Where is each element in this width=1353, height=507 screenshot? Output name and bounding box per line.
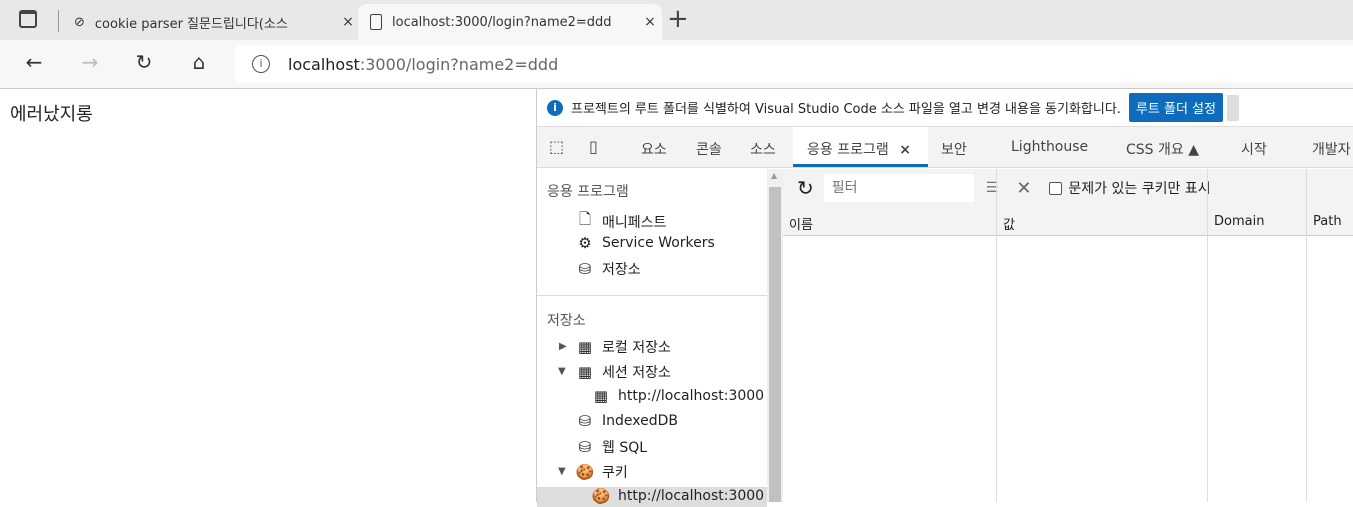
browser-tab-active[interactable]: localhost:3000/login?name2=ddd × — [358, 4, 662, 40]
grid-icon: ▦ — [593, 387, 609, 405]
section-header-storage: 저장소 — [547, 313, 586, 329]
info-icon: i — [547, 99, 563, 116]
new-tab-button[interactable]: + — [667, 4, 689, 34]
tab-css-overview[interactable]: CSS 개요 ▲ — [1126, 139, 1199, 159]
collapse-arrow-icon[interactable]: ▼ — [558, 366, 566, 377]
tab-welcome[interactable]: 시작 — [1241, 139, 1267, 159]
sidebar-item-service-workers[interactable]: ⚙ Service Workers — [575, 234, 715, 252]
column-header-name[interactable]: 이름 — [789, 214, 813, 233]
sidebar-item-local-storage[interactable]: ▦ 로컬 저장소 — [575, 337, 671, 357]
section-header-application: 응용 프로그램 — [547, 184, 629, 200]
tab-elements[interactable]: 요소 — [641, 139, 667, 159]
sidebar-item-indexeddb[interactable]: ⛁ IndexedDB — [575, 412, 678, 430]
forward-icon[interactable]: → — [75, 50, 105, 74]
inspect-icon[interactable]: ⬚ — [549, 137, 564, 156]
divider — [537, 295, 767, 296]
set-root-folder-button[interactable]: 루트 폴더 설정 — [1128, 93, 1223, 122]
refresh-icon[interactable]: ↻ — [129, 50, 159, 74]
sidebar-scrollbar[interactable]: ▲ — [767, 169, 783, 502]
close-icon[interactable]: × — [899, 142, 911, 158]
cookie-icon: 🍪 — [591, 487, 611, 505]
sidebar-item-manifest[interactable]: 🗋 매니페스트 — [575, 209, 666, 234]
column-value — [997, 169, 1208, 502]
browser-tab[interactable]: ⊘ cookie parser 질문드립니다(소스 × — [60, 4, 360, 40]
close-tab-icon[interactable]: × — [336, 14, 360, 30]
grid-icon: ▦ — [577, 363, 593, 381]
tab-developer[interactable]: 개발자 — [1312, 139, 1351, 159]
tab-actions-icon[interactable] — [19, 10, 37, 28]
address-bar-row: ← → ↻ ⌂ i localhost:3000/login?name2=ddd — [0, 40, 1353, 89]
expand-arrow-icon[interactable]: ▶ — [559, 341, 567, 352]
cookies-panel: ↻ ☰ ✕ 문제가 있는 쿠키만 표시 이름 값 Domain Path — [783, 169, 1353, 502]
cookie-icon: 🍪 — [575, 463, 595, 481]
tab-console[interactable]: 콘솔 — [696, 139, 722, 159]
scroll-up-icon[interactable]: ▲ — [771, 171, 777, 180]
database-icon: ⛁ — [578, 438, 592, 456]
sidebar-item-web-sql[interactable]: ⛁ 웹 SQL — [575, 437, 647, 457]
close-tab-icon[interactable]: × — [638, 14, 662, 30]
column-name — [783, 169, 997, 502]
database-icon: ⛁ — [578, 412, 592, 430]
infobar: i 프로젝트의 루트 폴더를 식별하여 Visual Studio Code 소… — [537, 89, 1353, 127]
history-icon: ⊘ — [74, 14, 85, 30]
column-header-path[interactable]: Path — [1313, 214, 1342, 229]
gear-icon: ⚙ — [578, 234, 592, 252]
sidebar-item-cookie-origin[interactable]: 🍪 http://localhost:3000 — [591, 487, 764, 505]
database-icon: ⛁ — [578, 260, 592, 278]
sidebar-item-session-origin[interactable]: ▦ http://localhost:3000 — [591, 387, 764, 405]
column-header-domain[interactable]: Domain — [1214, 214, 1264, 229]
back-icon[interactable]: ← — [19, 50, 49, 74]
grid-icon: ▦ — [577, 338, 593, 356]
sidebar-item-storage[interactable]: ⛁ 저장소 — [575, 259, 641, 279]
page-text: 에러났지롱 — [10, 104, 93, 125]
browser-tab-bar: ⊘ cookie parser 질문드립니다(소스 × localhost:30… — [0, 0, 1353, 40]
devtools-tabs: ⬚ ▯ 요소 콘솔 소스 응용 프로그램 × 보안 Lighthouse CSS… — [537, 127, 1353, 168]
home-icon[interactable]: ⌂ — [184, 50, 214, 74]
collapse-arrow-icon[interactable]: ▼ — [558, 466, 566, 477]
sidebar-item-session-storage[interactable]: ▦ 세션 저장소 — [575, 362, 671, 382]
device-toolbar-icon[interactable]: ▯ — [589, 137, 598, 156]
file-icon: 🗋 — [578, 210, 592, 228]
infobar-message: 프로젝트의 루트 폴더를 식별하여 Visual Studio Code 소스 … — [571, 102, 1121, 117]
sidebar-item-cookies[interactable]: 🍪 쿠키 — [575, 462, 628, 482]
tab-sources[interactable]: 소스 — [750, 139, 776, 159]
page-icon — [370, 14, 382, 30]
url-input[interactable]: i localhost:3000/login?name2=ddd — [234, 46, 1353, 82]
column-header-value[interactable]: 값 — [1003, 214, 1015, 233]
dismiss-button[interactable] — [1226, 94, 1239, 121]
scrollbar-thumb[interactable] — [769, 187, 781, 502]
devtools-panel: i 프로젝트의 루트 폴더를 식별하여 Visual Studio Code 소… — [536, 89, 1353, 507]
tab-lighthouse[interactable]: Lighthouse — [1011, 139, 1088, 155]
application-sidebar: 응용 프로그램 🗋 매니페스트 ⚙ Service Workers ⛁ 저장소 저장소… — [537, 169, 767, 507]
tab-application[interactable]: 응용 프로그램 × — [793, 127, 928, 167]
tab-security[interactable]: 보안 — [941, 139, 967, 159]
divider — [58, 10, 59, 32]
info-icon[interactable]: i — [252, 55, 270, 73]
